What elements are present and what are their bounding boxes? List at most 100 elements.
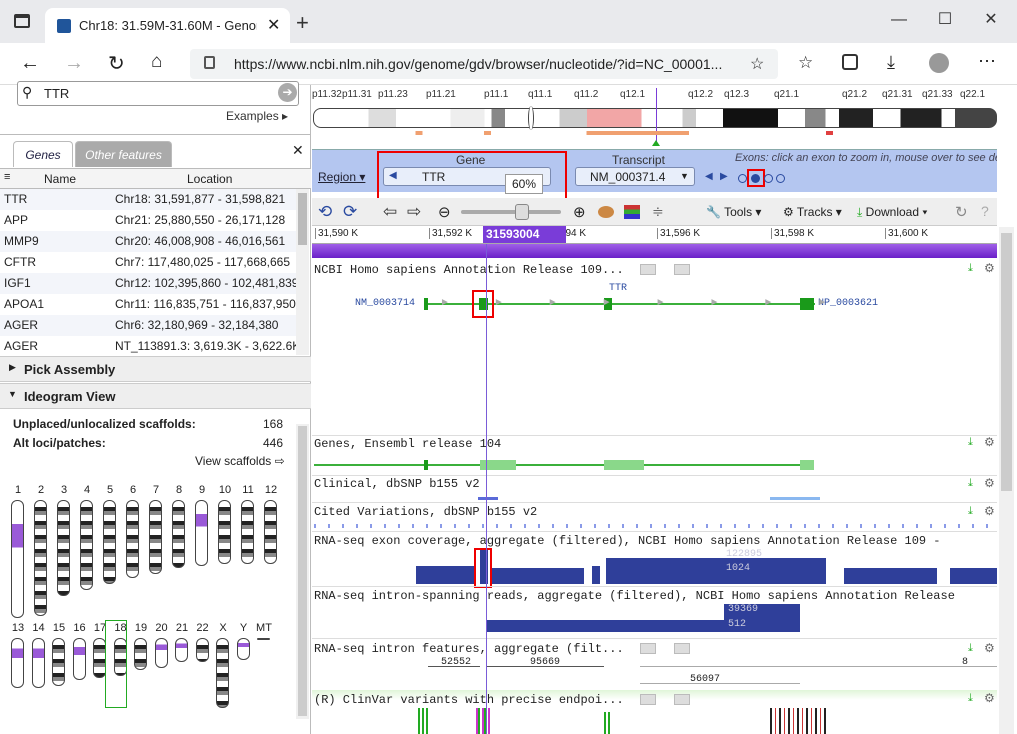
tab-other-features[interactable]: Other features <box>75 141 172 167</box>
ensembl-exon[interactable] <box>424 460 428 470</box>
pan-right-icon[interactable]: ⇨ <box>407 202 421 222</box>
chromosome-11[interactable] <box>241 500 254 564</box>
favorites-icon[interactable]: ☆ <box>798 53 813 73</box>
track-download-icon[interactable]: ⤓ <box>968 692 973 705</box>
next-exon-icon[interactable]: ▶ <box>720 171 728 182</box>
scroll-thumb[interactable] <box>1001 233 1012 491</box>
new-tab-button[interactable]: + <box>296 10 309 36</box>
chromosome-13[interactable] <box>11 638 24 688</box>
chromosome-label[interactable]: 19 <box>131 622 151 634</box>
atg-icon[interactable] <box>598 206 614 218</box>
table-row[interactable]: TTR Chr18: 31,591,877 - 31,598,821 <box>0 189 296 210</box>
close-window-icon[interactable]: ✕ <box>968 0 1014 40</box>
track-nav-right[interactable] <box>674 694 690 705</box>
chromosome-9[interactable] <box>195 500 208 566</box>
track-nav-right[interactable] <box>674 643 690 654</box>
chromosome-7[interactable] <box>149 500 162 574</box>
reload-icon[interactable]: ↻ <box>955 203 968 221</box>
chromosome-label[interactable]: X <box>213 622 233 634</box>
track-nav-left[interactable] <box>640 264 656 275</box>
chromosome-15[interactable] <box>52 638 65 686</box>
forward-icon[interactable]: → <box>64 52 84 75</box>
zoom-slider-handle[interactable] <box>515 204 529 220</box>
add-favorite-icon[interactable]: ☆ <box>750 54 764 74</box>
ensembl-gene-line[interactable] <box>314 464 814 466</box>
view-scrollbar[interactable] <box>999 227 1014 734</box>
intron-feature[interactable] <box>428 666 480 667</box>
back-icon[interactable]: ← <box>20 52 40 75</box>
ideogram-view-section[interactable]: Ideogram View <box>0 383 311 409</box>
close-tab-icon[interactable]: ✕ <box>267 15 280 35</box>
ensembl-exon[interactable] <box>800 460 814 470</box>
track-download-icon[interactable]: ⤓ <box>968 436 973 449</box>
track-download-icon[interactable]: ⤓ <box>968 262 973 275</box>
track-settings-icon[interactable]: ⚙ <box>984 261 995 275</box>
table-row[interactable]: IGF1 Chr12: 102,395,860 - 102,481,839 <box>0 273 296 294</box>
prev-gene-icon[interactable]: ◀ <box>389 170 397 181</box>
chromosome-MT[interactable] <box>257 638 270 640</box>
chromosome-4[interactable] <box>80 500 93 590</box>
chromosome-Y[interactable] <box>236 638 250 660</box>
exon-dot-4[interactable] <box>776 174 785 183</box>
scroll-thumb[interactable] <box>298 426 307 716</box>
chromosome-label[interactable]: 5 <box>100 484 120 496</box>
chromosome-2[interactable] <box>34 500 47 616</box>
color-tracks-icon[interactable] <box>624 205 640 219</box>
chromosome-label[interactable]: 14 <box>29 622 49 634</box>
minimize-icon[interactable]: — <box>876 0 922 40</box>
redo-icon[interactable]: ⟳ <box>343 202 357 222</box>
collections-icon[interactable] <box>842 54 858 70</box>
track-download-icon[interactable]: ⤓ <box>968 505 973 518</box>
chromosome-label[interactable]: 15 <box>49 622 69 634</box>
chromosome-5[interactable] <box>103 500 116 584</box>
table-scrollbar[interactable] <box>296 189 309 355</box>
intron-feature[interactable] <box>486 666 604 667</box>
chromosome-16[interactable] <box>72 638 86 680</box>
downloads-icon[interactable]: ⤓ <box>887 52 895 73</box>
home-icon[interactable]: ⌂ <box>151 51 162 73</box>
track-nav-right[interactable] <box>674 264 690 275</box>
exon-1[interactable] <box>424 298 428 310</box>
table-row[interactable]: CFTR Chr7: 117,480,025 - 117,668,665 <box>0 252 296 273</box>
chromosome-8[interactable] <box>172 500 185 568</box>
browser-tab[interactable]: Chr18: 31.59M-31.60M - Genome ✕ <box>45 8 290 43</box>
tab-actions-icon[interactable] <box>14 14 30 28</box>
track-nav-left[interactable] <box>640 643 656 654</box>
intron-feature[interactable] <box>640 683 800 684</box>
chromosome-label[interactable]: 11 <box>238 484 258 496</box>
chromosome-10[interactable] <box>218 500 231 564</box>
download-menu[interactable]: ⤓ Download ▾ <box>857 205 927 220</box>
chromosome-20[interactable] <box>154 638 168 668</box>
zoom-in-icon[interactable]: ⊕ <box>573 203 586 221</box>
table-row[interactable]: MMP9 Chr20: 46,008,908 - 46,016,561 <box>0 231 296 252</box>
chromosome-label[interactable]: 10 <box>215 484 235 496</box>
view-scaffolds-link[interactable]: View scaffolds ⇨ <box>195 454 285 468</box>
chromosome-22[interactable] <box>195 638 209 662</box>
chromosome-1[interactable] <box>11 500 24 618</box>
track-download-icon[interactable]: ⤓ <box>968 477 973 490</box>
transcript-select[interactable]: NM_000371.4 ▼ <box>575 167 695 186</box>
undo-icon[interactable]: ⟲ <box>318 202 332 222</box>
pan-left-icon[interactable]: ⇦ <box>383 202 397 222</box>
close-panel-icon[interactable]: ✕ <box>292 142 304 159</box>
profile-avatar[interactable] <box>929 53 949 73</box>
help-icon[interactable]: ? <box>981 203 989 219</box>
table-row[interactable]: APP Chr21: 25,880,550 - 26,171,128 <box>0 210 296 231</box>
chromosome-label[interactable]: 8 <box>169 484 189 496</box>
col-location[interactable]: Location <box>187 172 232 186</box>
chromosome-label[interactable]: 4 <box>77 484 97 496</box>
exon-dot-2[interactable] <box>751 174 760 183</box>
chromosome-label[interactable]: 3 <box>54 484 74 496</box>
track-settings-icon[interactable]: ⚙ <box>984 476 995 490</box>
tab-genes[interactable]: Genes <box>13 141 73 167</box>
chromosome-3[interactable] <box>57 500 70 596</box>
chromosome-label[interactable]: MT <box>254 622 274 634</box>
search-box[interactable]: ⚲ TTR ➔ <box>17 81 299 106</box>
chromosome-ideogram[interactable] <box>313 108 997 128</box>
menu-icon[interactable]: ⋯ <box>978 51 996 72</box>
chromosome-14[interactable] <box>31 638 45 688</box>
chromosome-X[interactable] <box>216 638 229 708</box>
ideogram-scrollbar[interactable] <box>296 424 309 719</box>
region-menu[interactable]: Region ▾ <box>318 170 365 184</box>
exon-dot-3[interactable] <box>764 174 773 183</box>
